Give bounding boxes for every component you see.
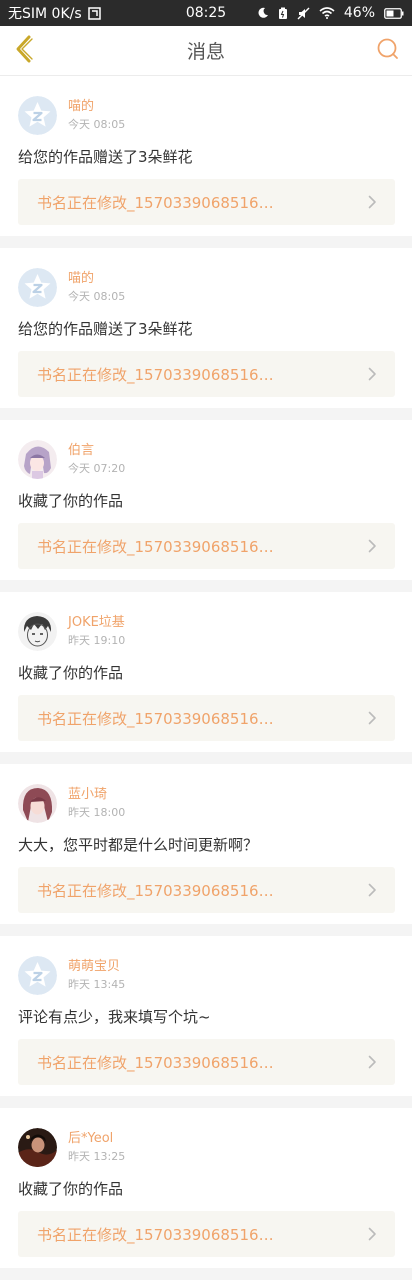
chevron-right-icon xyxy=(368,883,377,897)
timestamp: 今天 08:05 xyxy=(68,290,126,303)
book-title: 书名正在修改_1570339068516… xyxy=(37,537,274,556)
chevron-right-icon xyxy=(368,711,377,725)
book-title: 书名正在修改_1570339068516… xyxy=(37,365,274,384)
book-title: 书名正在修改_1570339068516… xyxy=(37,193,274,212)
message-text: 给您的作品赠送了3朵鲜花 xyxy=(18,148,193,166)
page-title: 消息 xyxy=(186,41,225,63)
timestamp: 昨天 18:00 xyxy=(68,806,126,819)
book-title: 书名正在修改_1570339068516… xyxy=(37,1053,274,1072)
message-text: 评论有点少，我来填写个坑~ xyxy=(18,1008,211,1026)
message-item: 后*Yeol 昨天 13:25 收藏了你的作品 书名正在修改_157033906… xyxy=(0,1108,412,1268)
chevron-right-icon xyxy=(368,539,377,553)
book-link[interactable]: 书名正在修改_1570339068516… xyxy=(18,695,395,741)
avatar[interactable] xyxy=(18,267,57,307)
wifi-icon xyxy=(319,7,335,19)
book-title: 书名正在修改_1570339068516… xyxy=(37,709,274,728)
back-button[interactable] xyxy=(2,26,46,76)
mute-icon xyxy=(297,7,310,20)
message-text: 大大，您平时都是什么时间更新啊？ xyxy=(18,836,259,854)
search-icon xyxy=(376,37,400,65)
username[interactable]: 蓝小琦 xyxy=(68,786,125,803)
status-bar: 无SIM 0K/s 08:25 46% xyxy=(0,0,412,26)
avatar[interactable] xyxy=(18,783,57,823)
message-item: 萌萌宝贝 昨天 13:45 评论有点少，我来填写个坑~ 书名正在修改_15703… xyxy=(0,936,412,1096)
carrier-text: 无SIM 0K/s xyxy=(8,6,82,22)
chevron-right-icon xyxy=(368,195,377,209)
battery-percent: 46% xyxy=(343,5,375,21)
nfc-icon xyxy=(87,6,101,20)
avatar[interactable] xyxy=(18,611,57,651)
message-item: 喵的 今天 08:05 给您的作品赠送了3朵鲜花 书名正在修改_15703390… xyxy=(0,248,412,408)
chevron-right-icon xyxy=(368,367,377,381)
book-link[interactable]: 书名正在修改_1570339068516… xyxy=(18,867,395,913)
username[interactable]: JOKE垃基 xyxy=(68,614,125,631)
avatar[interactable] xyxy=(18,1127,57,1167)
username[interactable]: 伯言 xyxy=(68,442,125,459)
username[interactable]: 萌萌宝贝 xyxy=(68,958,125,975)
message-item: 伯言 今天 07:20 收藏了你的作品 书名正在修改_1570339068516… xyxy=(0,420,412,580)
chevron-right-icon xyxy=(368,1055,377,1069)
book-title: 书名正在修改_1570339068516… xyxy=(37,1225,274,1244)
message-item: 蓝小琦 昨天 18:00 大大，您平时都是什么时间更新啊？ 书名正在修改_157… xyxy=(0,764,412,924)
avatar[interactable] xyxy=(18,439,57,479)
message-text: 收藏了你的作品 xyxy=(18,664,124,682)
book-link[interactable]: 书名正在修改_1570339068516… xyxy=(18,1211,395,1257)
message-text: 收藏了你的作品 xyxy=(18,492,124,510)
timestamp: 昨天 19:10 xyxy=(68,634,126,647)
chevron-right-icon xyxy=(368,1227,377,1241)
message-item: 喵的 今天 08:05 给您的作品赠送了3朵鲜花 书名正在修改_15703390… xyxy=(0,76,412,236)
username[interactable]: 喵的 xyxy=(68,270,125,287)
book-link[interactable]: 书名正在修改_1570339068516… xyxy=(18,523,395,569)
username[interactable]: 喵的 xyxy=(68,98,125,115)
moon-icon xyxy=(257,7,269,19)
timestamp: 今天 08:05 xyxy=(68,118,126,131)
book-link[interactable]: 书名正在修改_1570339068516… xyxy=(18,351,395,397)
chevron-left-icon xyxy=(13,34,35,68)
battery-saver-icon xyxy=(278,7,288,20)
book-link[interactable]: 书名正在修改_1570339068516… xyxy=(18,1039,395,1085)
message-text: 给您的作品赠送了3朵鲜花 xyxy=(18,320,193,338)
message-list: 喵的 今天 08:05 给您的作品赠送了3朵鲜花 书名正在修改_15703390… xyxy=(0,76,412,1268)
timestamp: 今天 07:20 xyxy=(68,462,126,475)
message-text: 收藏了你的作品 xyxy=(18,1180,124,1198)
avatar[interactable] xyxy=(18,95,57,135)
avatar[interactable] xyxy=(18,955,57,995)
username[interactable]: 后*Yeol xyxy=(68,1130,125,1147)
search-button[interactable] xyxy=(366,26,410,76)
timestamp: 昨天 13:45 xyxy=(68,978,126,991)
message-item: JOKE垃基 昨天 19:10 收藏了你的作品 书名正在修改_157033906… xyxy=(0,592,412,752)
nav-header: 消息 xyxy=(0,26,412,76)
timestamp: 昨天 13:25 xyxy=(68,1150,126,1163)
battery-icon xyxy=(384,7,404,19)
book-link[interactable]: 书名正在修改_1570339068516… xyxy=(18,179,395,225)
book-title: 书名正在修改_1570339068516… xyxy=(37,881,274,900)
